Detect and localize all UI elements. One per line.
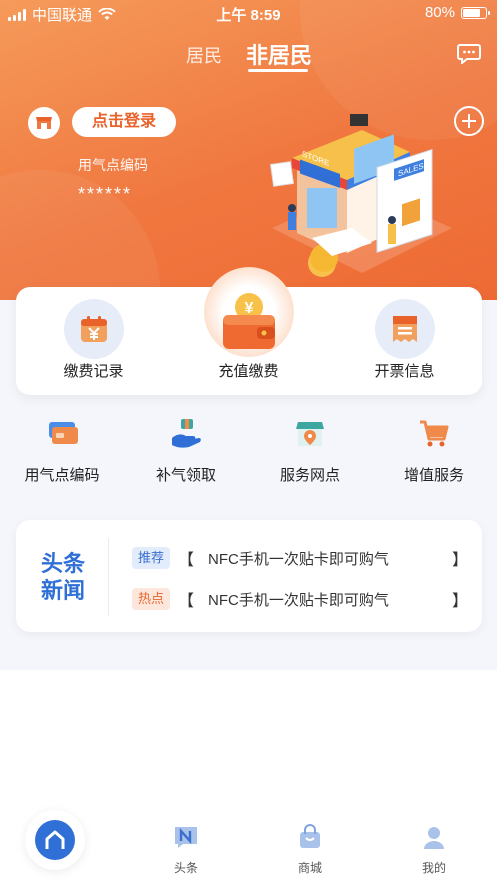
news-card[interactable]: 头条 新闻 推荐 【 NFC手机一次贴卡即可购气 】 热点 【 NFC手机一次贴… [16, 520, 482, 632]
battery-icon [461, 6, 490, 19]
clock: 上午 8:59 [216, 7, 281, 24]
recommend-tag: 推荐 [132, 547, 171, 569]
news-bracket-open: 【 [178, 552, 195, 569]
message-icon[interactable] [457, 44, 481, 64]
news-bracket-close: 】 [452, 552, 469, 569]
gas-code-value: ****** [78, 184, 133, 204]
active-tab-indicator [248, 69, 308, 72]
content-area [0, 670, 497, 810]
login-button[interactable]: 点击登录 [72, 107, 176, 137]
invoice-info-button[interactable]: 开票信息 [327, 287, 482, 395]
bottom-nav: 头条 商城 我的 [0, 810, 497, 883]
news-headline: NFC手机一次贴卡即可购气 [208, 550, 389, 568]
invoice-icon-bg [374, 299, 435, 359]
news-bracket-open: 【 [178, 593, 195, 610]
news-n-icon [175, 827, 197, 848]
shopping-bag-icon [300, 824, 320, 848]
news-logo-line2: 新闻 [40, 578, 85, 603]
card-icon [49, 422, 78, 444]
tab-resident[interactable]: 居民 [186, 42, 222, 68]
main-actions-card: 缴费记录 ¥ 充值缴费 开票信息 [16, 267, 482, 395]
services-grid: 用气点编码 补气领取 服务网点 增值服务 [0, 408, 497, 498]
svg-text:¥: ¥ [244, 300, 253, 317]
store-avatar-icon [36, 117, 52, 129]
nav-mine-label: 我的 [421, 861, 446, 875]
nav-home[interactable] [25, 810, 85, 870]
wallet-coin-icon: ¥ [222, 293, 275, 349]
payment-records-icon-bg [63, 299, 124, 359]
battery-percent: 80% [424, 4, 455, 21]
tab-non-resident[interactable]: 非居民 [246, 38, 312, 70]
store-location-icon [296, 422, 324, 446]
service-outlets-label: 服务网点 [279, 467, 340, 484]
home-icon [45, 830, 65, 849]
invoice-info-label: 开票信息 [374, 363, 435, 380]
header-hero: 中国联通 上午 8:59 80% 居民 非居民 点击登录 用气点编码 ***** [0, 0, 497, 300]
value-added-service-label: 增值服务 [403, 467, 464, 484]
shopping-cart-icon [420, 420, 449, 447]
status-bar: 中国联通 上午 8:59 80% [0, 0, 497, 26]
gas-code-service[interactable]: 用气点编码 [0, 408, 124, 498]
invoice-icon [392, 316, 417, 342]
nav-mall-label: 商城 [297, 861, 322, 875]
avatar[interactable] [28, 107, 60, 139]
hot-tag: 热点 [132, 588, 171, 610]
divider [108, 538, 109, 616]
nav-news[interactable]: 头条 [146, 824, 226, 876]
value-added-service[interactable]: 增值服务 [372, 408, 496, 498]
payment-records-label: 缴费记录 [63, 363, 124, 380]
nav-news-label: 头条 [173, 861, 198, 875]
service-outlets[interactable]: 服务网点 [248, 408, 372, 498]
recharge-button[interactable]: ¥ 充值缴费 [171, 267, 326, 395]
news-headline: NFC手机一次贴卡即可购气 [208, 591, 389, 609]
gas-code-label: 用气点编码 [78, 157, 148, 173]
news-bracket-close: 】 [452, 593, 469, 610]
gas-collect-service-label: 补气领取 [155, 467, 216, 484]
news-logo: 头条 新闻 [38, 550, 88, 606]
gas-code-service-label: 用气点编码 [24, 467, 100, 484]
nav-mine[interactable]: 我的 [394, 824, 474, 876]
gas-collect-service[interactable]: 补气领取 [124, 408, 248, 498]
hand-gift-icon [172, 419, 201, 448]
recharge-label: 充值缴费 [218, 363, 279, 380]
nav-mall[interactable]: 商城 [270, 824, 350, 876]
news-item[interactable]: 推荐 【 NFC手机一次贴卡即可购气 】 [132, 545, 472, 571]
store-illustration: STORE SALES [270, 114, 452, 277]
user-icon [424, 827, 444, 849]
news-item[interactable]: 热点 【 NFC手机一次贴卡即可购气 】 [132, 586, 472, 612]
calendar-yen-icon [80, 316, 107, 342]
payment-records-button[interactable]: 缴费记录 [16, 287, 171, 395]
news-logo-line1: 头条 [40, 551, 85, 576]
